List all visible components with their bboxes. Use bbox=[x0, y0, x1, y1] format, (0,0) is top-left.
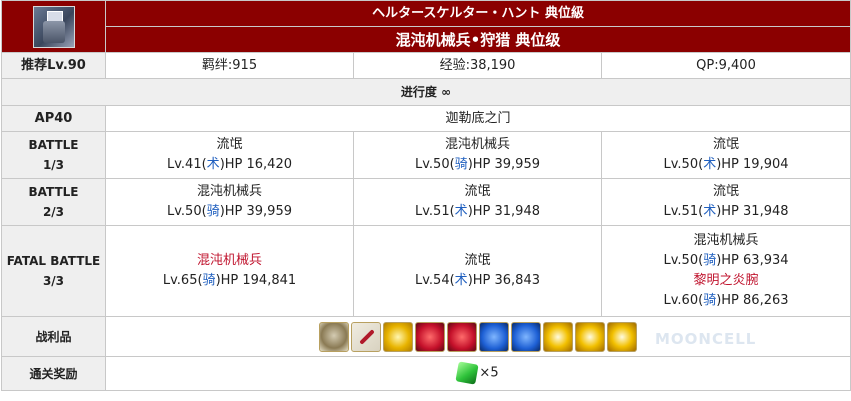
robot-icon bbox=[42, 20, 65, 43]
quest-title-jp: ヘルタースケルター・ハント 典位級 bbox=[104, 0, 851, 27]
enemy-cell: 流氓 Lv.54(术)HP 36,843 bbox=[353, 225, 602, 317]
gold-monument-item-icon[interactable] bbox=[575, 321, 606, 352]
enemy-level: Lv.51( bbox=[663, 204, 704, 219]
green-gem-icon[interactable] bbox=[455, 361, 480, 385]
enemy-name: 黎明之炎腕 bbox=[693, 273, 759, 288]
enemy-cell: 流氓 Lv.51(术)HP 31,948 bbox=[600, 178, 851, 226]
recommended-level: 推荐Lv.90 bbox=[1, 52, 106, 79]
progress-label: 进行度 ∞ bbox=[0, 78, 851, 106]
enemy-name: 流氓 bbox=[713, 184, 740, 199]
enemy-level: Lv.65( bbox=[162, 273, 203, 288]
battle-label-line2: 3/3 bbox=[42, 274, 65, 288]
enemy-class: 术 bbox=[454, 273, 468, 288]
battle-1-label: BATTLE 1/3 bbox=[1, 131, 106, 179]
ap-cost: AP40 bbox=[1, 105, 106, 132]
enemy-name: 混沌机械兵 bbox=[444, 137, 510, 152]
enemy-name: 流氓 bbox=[464, 184, 491, 199]
enemy-class: 骑 bbox=[454, 157, 468, 172]
enemy-hp: )HP 39,959 bbox=[219, 204, 292, 219]
enemy-name: 流氓 bbox=[216, 137, 243, 152]
gold-gem-item-icon[interactable] bbox=[383, 321, 414, 352]
quest-thumbnail bbox=[1, 0, 106, 53]
battle-label-line2: 1/3 bbox=[42, 158, 65, 172]
battle-3-label: FATAL BATTLE 3/3 bbox=[1, 225, 106, 317]
enemy-cell: 流氓 Lv.41(术)HP 16,420 bbox=[105, 131, 354, 179]
enemy-cell: 混沌机械兵 Lv.50(骑)HP 39,959 bbox=[105, 178, 354, 226]
enemy-hp: )HP 194,841 bbox=[215, 273, 297, 288]
enemy-hp: )HP 86,263 bbox=[716, 293, 789, 308]
enemy-hp: )HP 63,934 bbox=[716, 253, 789, 268]
battle-2-label: BATTLE 2/3 bbox=[1, 178, 106, 226]
enemy-level: Lv.50( bbox=[414, 157, 455, 172]
drops-label: 战利品 bbox=[1, 316, 106, 357]
enemy-name: 流氓 bbox=[464, 253, 491, 268]
enemy-cell: 流氓 Lv.50(术)HP 19,904 bbox=[600, 131, 851, 179]
red-gem-item-icon[interactable] bbox=[415, 321, 446, 352]
qp-value: QP:9,400 bbox=[600, 52, 851, 79]
enemy-hp: )HP 39,959 bbox=[467, 157, 540, 172]
enemy-name: 混沌机械兵 bbox=[693, 233, 759, 248]
enemy-class: 骑 bbox=[703, 293, 717, 308]
enemy-level: Lv.60( bbox=[663, 293, 704, 308]
enemy-hp: )HP 31,948 bbox=[467, 204, 540, 219]
enemy-hp: )HP 16,420 bbox=[219, 157, 292, 172]
exp-value: 经验:38,190 bbox=[353, 52, 602, 79]
quest-title-cn: 混沌机械兵•狩猎 典位级 bbox=[104, 26, 851, 53]
gold-piece-item-icon[interactable] bbox=[543, 321, 574, 352]
enemy-level: Lv.50( bbox=[663, 253, 704, 268]
enemy-name: 混沌机械兵 bbox=[196, 253, 262, 268]
enemy-class: 术 bbox=[703, 157, 717, 172]
enemy-level: Lv.54( bbox=[414, 273, 455, 288]
reward-label: 通关奖励 bbox=[1, 356, 106, 391]
enemy-class: 术 bbox=[703, 204, 717, 219]
enemy-cell: 混沌机械兵 Lv.65(骑)HP 194,841 bbox=[105, 225, 354, 317]
enemy-level: Lv.50( bbox=[663, 157, 704, 172]
enemy-cell: 流氓 Lv.51(术)HP 31,948 bbox=[353, 178, 602, 226]
quest-location: 迦勒底之门 bbox=[104, 105, 851, 132]
battle-label-line1: BATTLE bbox=[28, 138, 79, 152]
enemy-hp: )HP 19,904 bbox=[716, 157, 789, 172]
bond-value: 羁绊:915 bbox=[105, 52, 354, 79]
enemy-class: 术 bbox=[454, 204, 468, 219]
enemy-class: 术 bbox=[206, 157, 220, 172]
reward-cell: ×5 bbox=[104, 356, 851, 391]
reward-count: ×5 bbox=[479, 365, 499, 381]
enemy-name: 混沌机械兵 bbox=[196, 184, 262, 199]
watermark: MOONCELL bbox=[655, 330, 757, 348]
shell-item-icon[interactable] bbox=[319, 321, 350, 352]
red-magic-gem-item-icon[interactable] bbox=[447, 321, 478, 352]
enemy-hp: )HP 31,948 bbox=[716, 204, 789, 219]
battle-label-line2: 2/3 bbox=[42, 205, 65, 219]
enemy-class: 骑 bbox=[703, 253, 717, 268]
enemy-cell: 混沌机械兵 Lv.50(骑)HP 39,959 bbox=[353, 131, 602, 179]
enemy-class: 骑 bbox=[202, 273, 216, 288]
battle-label-line1: FATAL BATTLE bbox=[6, 254, 101, 268]
enemy-class: 骑 bbox=[206, 204, 220, 219]
enemy-level: Lv.41( bbox=[166, 157, 207, 172]
blue-gem-item-icon[interactable] bbox=[479, 321, 510, 352]
battle-label-line1: BATTLE bbox=[28, 185, 79, 199]
gold-piece2-item-icon[interactable] bbox=[607, 321, 638, 352]
enemy-level: Lv.51( bbox=[414, 204, 455, 219]
feather-item-icon[interactable] bbox=[351, 321, 382, 352]
quest-thumbnail-icon bbox=[32, 5, 75, 48]
enemy-name: 流氓 bbox=[713, 137, 740, 152]
enemy-hp: )HP 36,843 bbox=[467, 273, 540, 288]
enemy-cell: 混沌机械兵 Lv.50(骑)HP 63,934 黎明之炎腕 Lv.60(骑)HP… bbox=[600, 225, 851, 317]
blue-magic-gem-item-icon[interactable] bbox=[511, 321, 542, 352]
enemy-level: Lv.50( bbox=[166, 204, 207, 219]
